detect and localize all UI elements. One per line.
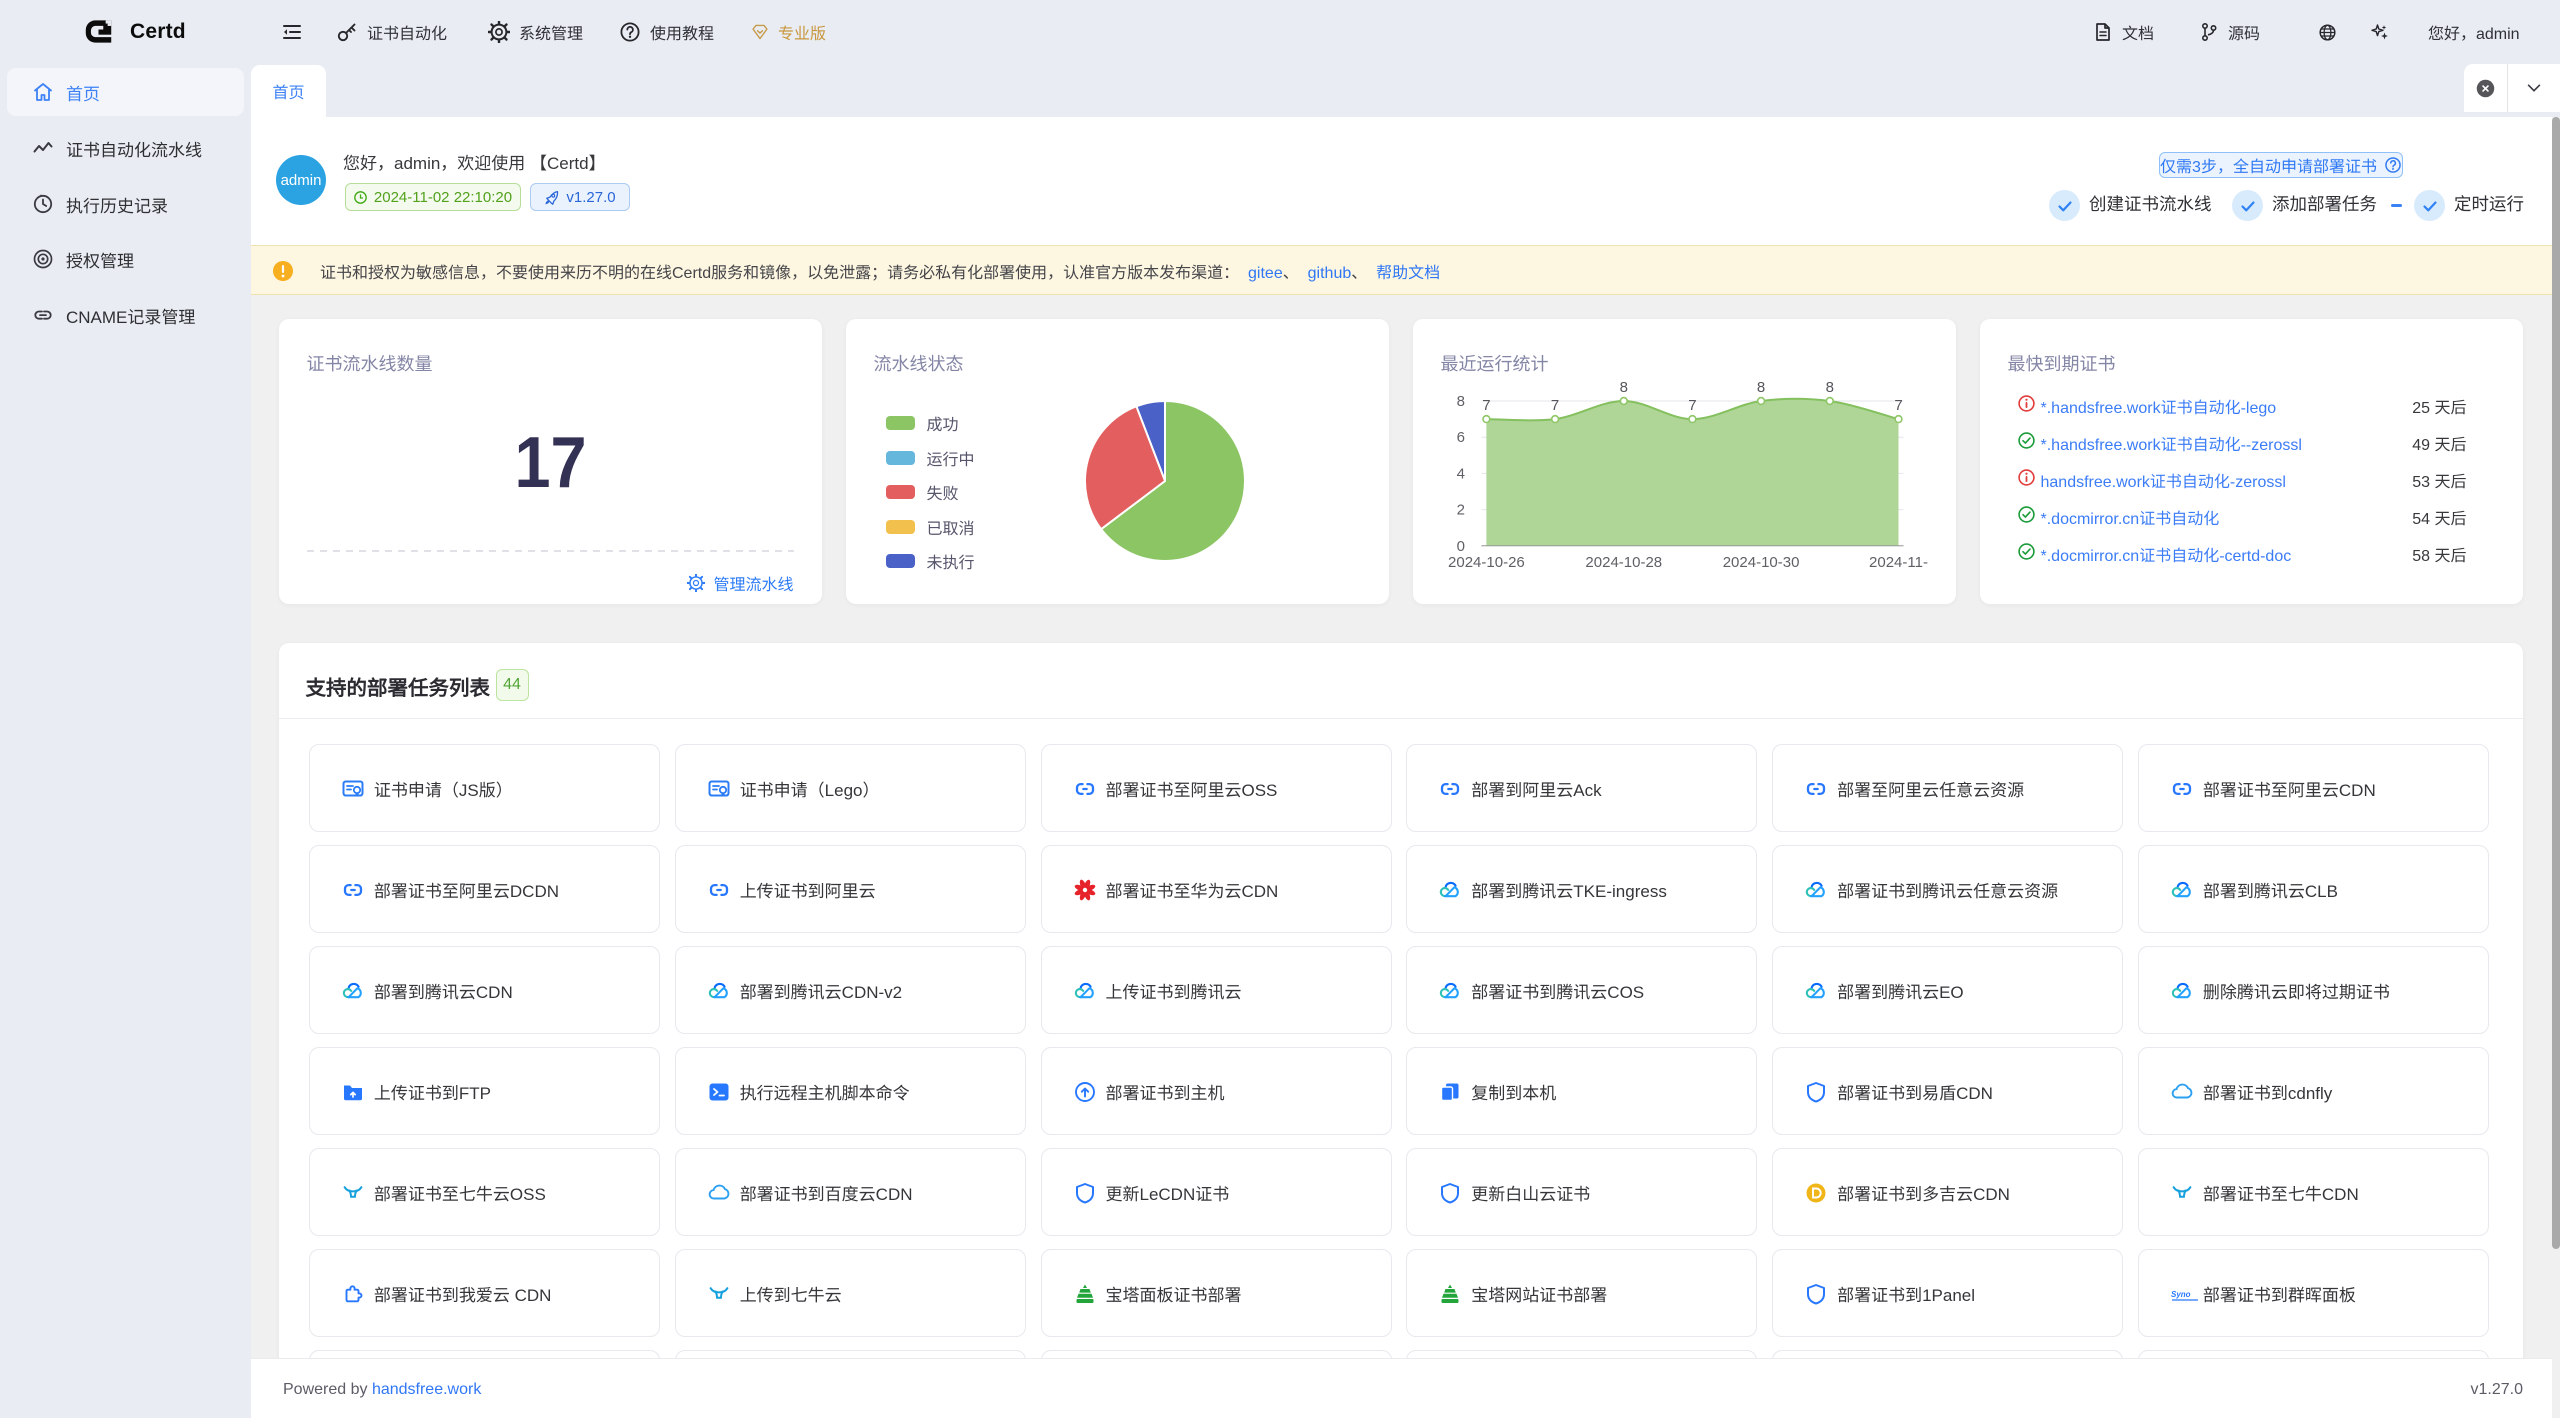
- svg-text:7: 7: [1550, 397, 1558, 414]
- svg-text:7: 7: [1894, 397, 1902, 414]
- svg-text:2024-10-28: 2024-10-28: [1585, 554, 1662, 571]
- svg-text:2024-10-26: 2024-10-26: [1448, 554, 1525, 571]
- svg-text:8: 8: [1456, 393, 1464, 410]
- svg-text:Syno: Syno: [2171, 1290, 2191, 1299]
- svg-text:2: 2: [1456, 502, 1464, 519]
- svg-text:4: 4: [1456, 465, 1464, 482]
- svg-text:8: 8: [1825, 379, 1833, 396]
- svg-text:8: 8: [1619, 379, 1627, 396]
- svg-text:7: 7: [1688, 397, 1696, 414]
- svg-text:8: 8: [1756, 379, 1764, 396]
- svg-text:6: 6: [1456, 429, 1464, 446]
- svg-text:7: 7: [1482, 397, 1490, 414]
- svg-text:0: 0: [1456, 538, 1464, 555]
- svg-text:2024-10-30: 2024-10-30: [1722, 554, 1799, 571]
- svg-text:2024-11-: 2024-11-: [1869, 554, 1928, 571]
